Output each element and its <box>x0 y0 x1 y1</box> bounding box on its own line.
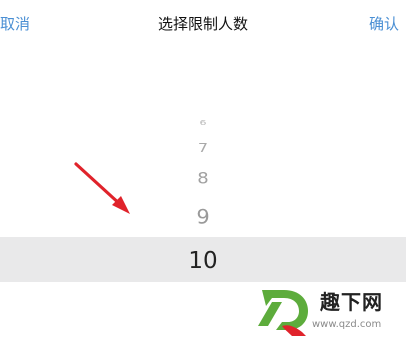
picker-item-7[interactable]: 7 <box>0 139 406 158</box>
watermark-name: 趣下网 <box>320 290 383 314</box>
confirm-button[interactable]: 确认 <box>369 14 399 34</box>
page-title: 选择限制人数 <box>157 15 248 33</box>
watermark-url: www.qzd.com <box>312 319 382 330</box>
picker-item-selected[interactable]: 10 <box>0 246 406 276</box>
picker-item-6[interactable]: 6 <box>0 118 406 129</box>
picker-item-9[interactable]: 9 <box>0 204 406 231</box>
red-arrow-annotation-icon <box>74 162 130 214</box>
picker-item-8[interactable]: 8 <box>0 168 406 191</box>
nav-header: 取消 选择限制人数 确认 <box>0 0 406 50</box>
site-watermark: 趣下网 www.qzd.com <box>252 282 406 338</box>
watermark-logo-icon <box>258 290 308 336</box>
